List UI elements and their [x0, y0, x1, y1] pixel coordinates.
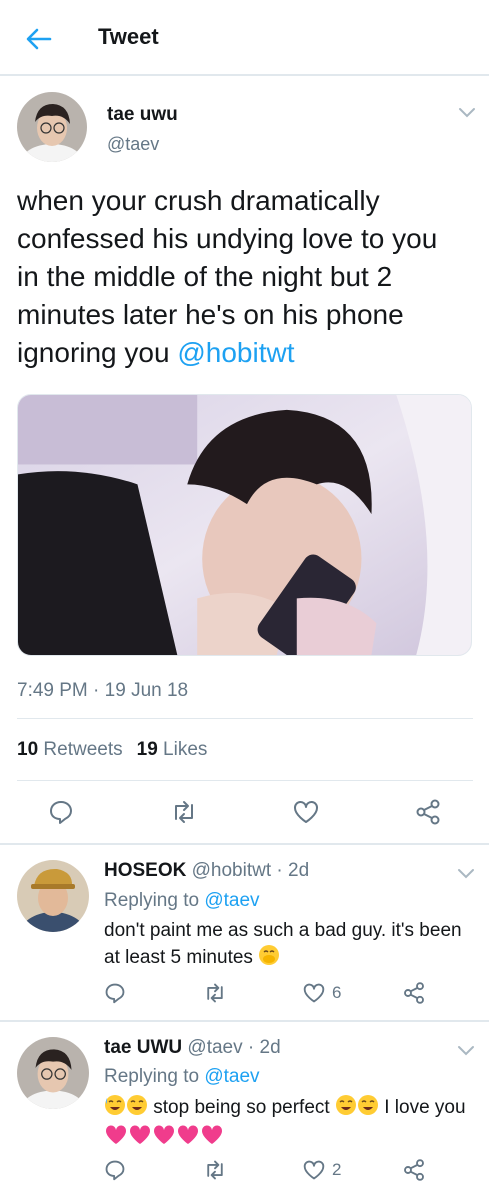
divider [0, 843, 489, 845]
replying-to-link[interactable]: @taev [204, 1066, 259, 1087]
avatar[interactable] [17, 1037, 89, 1109]
reply-author-name[interactable]: HOSEOK [104, 860, 186, 881]
share-button[interactable] [402, 1150, 426, 1190]
tweet-stats: 10 Retweets 19 Likes [17, 739, 207, 761]
replying-to: Replying to @taev [104, 1066, 260, 1087]
page-title: Tweet [98, 24, 159, 49]
retweet-button[interactable] [203, 973, 227, 1013]
share-button[interactable] [402, 973, 426, 1013]
sweat-smile-emoji [335, 1094, 357, 1124]
tweet-text: when your crush dramatically confessed h… [17, 185, 438, 368]
like-button[interactable]: 2 [302, 1150, 341, 1190]
reply-actions: 2 [0, 1150, 489, 1190]
reply-header: HOSEOK @hobitwt · 2d [104, 860, 310, 881]
reply-icon [104, 1159, 126, 1181]
like-icon [302, 982, 326, 1004]
reply-age: 2d [288, 860, 310, 881]
reply-author-handle[interactable]: @hobitwt [192, 860, 272, 881]
reply-button[interactable] [104, 1150, 126, 1190]
author-handle[interactable]: @taev [107, 134, 159, 155]
mention-link[interactable]: @hobitwt [177, 337, 294, 368]
share-icon [414, 798, 442, 826]
like-button[interactable]: 6 [302, 973, 341, 1013]
reply-icon [104, 982, 126, 1004]
share-button[interactable] [414, 792, 442, 832]
avatar[interactable] [17, 92, 87, 162]
retweet-icon [170, 799, 198, 825]
like-icon [302, 1159, 326, 1181]
tweet-photo[interactable] [17, 394, 472, 656]
chevron-down-icon[interactable] [458, 106, 476, 118]
retweet-button[interactable] [170, 792, 198, 832]
reply-actions: 6 [0, 973, 489, 1013]
reply-author-handle[interactable]: @taev [187, 1037, 242, 1058]
like-count: 2 [332, 1160, 342, 1179]
author-name[interactable]: tae uwu [107, 104, 178, 126]
reply-age: 2d [259, 1037, 281, 1058]
back-arrow-icon[interactable] [24, 24, 54, 54]
reply-author-name[interactable]: tae UWU [104, 1037, 182, 1058]
like-count: 6 [332, 983, 342, 1002]
reply-icon [48, 799, 74, 825]
replying-to: Replying to @taev [104, 890, 260, 911]
sweat-smile-emoji [126, 1094, 148, 1124]
sweat-smile-emoji [104, 1094, 126, 1124]
top-bar: Tweet [0, 0, 489, 76]
chevron-down-icon[interactable] [457, 867, 475, 879]
retweet-button[interactable] [203, 1150, 227, 1190]
retweets-stat[interactable]: 10 Retweets [17, 739, 123, 760]
divider [17, 780, 473, 781]
reply-button[interactable] [104, 973, 126, 1013]
replying-to-link[interactable]: @taev [204, 890, 259, 911]
chevron-down-icon[interactable] [457, 1044, 475, 1056]
like-icon [292, 799, 320, 825]
retweet-icon [203, 982, 227, 1004]
share-icon [402, 981, 426, 1005]
hand-over-mouth-emoji [258, 944, 280, 974]
reply-text: stop being so perfect I love you [104, 1094, 474, 1154]
divider [0, 1020, 489, 1022]
reply-header: tae UWU @taev · 2d [104, 1037, 281, 1058]
reply-button[interactable] [48, 792, 74, 832]
tweet-actions [0, 792, 489, 832]
retweet-icon [203, 1159, 227, 1181]
likes-stat[interactable]: 19 Likes [137, 739, 208, 760]
reply-text: don't paint me as such a bad guy. it's b… [104, 917, 464, 974]
like-button[interactable] [292, 792, 320, 832]
tweet-timestamp[interactable]: 7:49 PM · 19 Jun 18 [17, 680, 188, 702]
divider [17, 718, 473, 719]
sweat-smile-emoji [357, 1094, 379, 1124]
avatar[interactable] [17, 860, 89, 932]
share-icon [402, 1158, 426, 1182]
